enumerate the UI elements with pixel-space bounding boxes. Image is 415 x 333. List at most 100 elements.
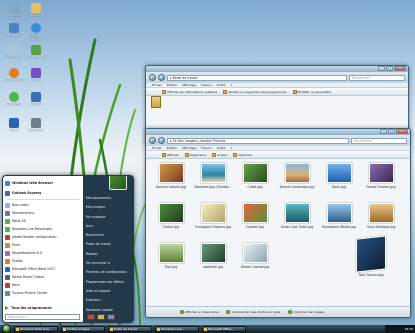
start-item-recent[interactable]: Nero: [5, 281, 81, 289]
thumbnail-item[interactable]: Desert Landscape.jpg: [278, 163, 316, 197]
start-item-recent[interactable]: Windows Live Messenger: [5, 225, 81, 233]
thumbnail-item[interactable]: Beached.jpg (Shinobi...: [194, 163, 232, 197]
start-item-browser[interactable]: Windows Web Browser: [5, 178, 81, 188]
desktop-icon-internet-explorer[interactable]: Internet Explorer: [26, 23, 46, 41]
desktop-icon-network[interactable]: Network: [4, 23, 24, 38]
command-print[interactable]: Imprimer: [233, 152, 252, 157]
start-place-control-panel[interactable]: Panneau de configuration: [83, 270, 133, 279]
start-item-recent[interactable]: Microsoft Office Word 2007: [5, 265, 81, 273]
command-slideshow[interactable]: Diaporama: [184, 152, 206, 157]
command-add-remove[interactable]: Ajouter ou supprimer des programmes: [223, 89, 287, 94]
start-place-games[interactable]: Jeux: [83, 224, 133, 233]
thumbnail-item[interactable]: Tree.jpg: [152, 243, 190, 277]
taskbar-button[interactable]: Poste de travail: [108, 326, 152, 332]
command-burn[interactable]: Graver: [212, 152, 227, 157]
start-search-input[interactable]: Start Search: [5, 314, 80, 320]
close-button[interactable]: ×: [396, 129, 408, 134]
thumbnail-item[interactable]: Frangipani Flowers.jpg: [194, 203, 232, 237]
menu-favorites[interactable]: Favoris: [201, 83, 212, 87]
maximize-button[interactable]: □: [386, 66, 393, 71]
start-item-recent[interactable]: Magnétophone 6.0: [5, 249, 81, 257]
thumbnail-item[interactable]: Winter Leaves.jpg: [236, 243, 274, 277]
desktop-icon-recycle-bin[interactable]: Recycle Bin: [4, 45, 24, 60]
start-item-email[interactable]: Outlook Express: [5, 188, 81, 198]
all-programs-button[interactable]: Tous les programmes: [5, 306, 52, 310]
menu-view[interactable]: Affichage: [182, 83, 196, 87]
start-place-computer[interactable]: Poste de travail: [83, 242, 133, 251]
menu-tools[interactable]: Outils: [217, 83, 226, 87]
close-button[interactable]: ×: [394, 66, 406, 71]
menu-tools[interactable]: Outils: [217, 146, 226, 150]
thumbnail-item[interactable]: Forest Flowers.jpg: [362, 163, 400, 197]
start-place-help[interactable]: Aide et support: [83, 289, 133, 298]
explorer-window-pictures[interactable]: – □ × ‹ › ▸ Sli Mes images ▸ Sample Pictur…: [145, 128, 411, 318]
start-item-recent[interactable]: Firefox: [5, 257, 81, 265]
desktop-icon-computer[interactable]: Computer: [4, 3, 24, 18]
search-input[interactable]: Rechercher: [351, 137, 407, 144]
start-button[interactable]: [2, 324, 11, 333]
desktop-icon-messenger[interactable]: Messenger: [4, 92, 24, 107]
start-place-search[interactable]: Rechercher: [83, 233, 133, 242]
thumbnail-item[interactable]: Green Sea Turtle.jpg: [278, 203, 316, 237]
start-item-recent[interactable]: Paint: [5, 241, 81, 249]
command-view[interactable]: Afficher: [162, 152, 179, 157]
menu-edit[interactable]: Edition: [167, 146, 177, 150]
back-button[interactable]: ‹: [149, 137, 156, 144]
thumbnail-item[interactable]: Humpback Whale.jpg: [320, 203, 358, 237]
start-place-documents[interactable]: Mes documents: [83, 196, 133, 205]
taskbar-button[interactable]: Windows Live...: [155, 326, 199, 332]
start-item-recent[interactable]: Tuneup Picture Center: [5, 289, 81, 297]
menu-file[interactable]: Fichier: [152, 83, 162, 87]
start-place-run[interactable]: Exécuter...: [83, 298, 133, 307]
forward-button[interactable]: ›: [158, 74, 165, 81]
start-item-recent[interactable]: Media Player Classic: [5, 273, 81, 281]
address-bar[interactable]: ▸ Sli Mes images ▸ Sample Pictures: [167, 137, 349, 144]
desktop-icon-outlook[interactable]: Outlook: [26, 92, 46, 107]
start-place-default-programs[interactable]: Programmes par défaut: [83, 280, 133, 289]
menu-view[interactable]: Affichage: [182, 146, 196, 150]
address-bar[interactable]: ▸ Poste de travail: [167, 74, 347, 81]
thumbnail-item[interactable]: Toco Toucan.jpg: [346, 235, 396, 285]
menu-help[interactable]: ?: [231, 146, 233, 150]
forward-button[interactable]: ›: [158, 137, 165, 144]
start-item-recent[interactable]: Wmsrecovery...: [5, 209, 81, 217]
start-item-recent[interactable]: Adobe Reader configuration: [5, 233, 81, 241]
start-place-pictures[interactable]: Mes images: [83, 205, 133, 214]
thumbnail-item[interactable]: Creek.jpg: [236, 163, 274, 197]
thumbnail-item[interactable]: Oryx Antelope.jpg: [362, 203, 400, 237]
status-slideshow[interactable]: Afficher un diaporama: [180, 310, 218, 314]
desktop-icon-games[interactable]: Games: [26, 68, 46, 83]
menu-favorites[interactable]: Favoris: [201, 146, 212, 150]
start-item-recent[interactable]: Msn8.1B: [5, 217, 81, 225]
maximize-button[interactable]: □: [388, 129, 395, 134]
status-print[interactable]: Imprimer les images: [288, 310, 324, 314]
start-item-recent[interactable]: Bloc-notes: [5, 201, 81, 209]
lock-icon[interactable]: [97, 314, 105, 320]
start-place-network[interactable]: Réseau: [83, 252, 133, 261]
start-place-music[interactable]: Ma musique: [83, 215, 133, 224]
minimize-button[interactable]: –: [380, 129, 387, 134]
command-change-setting[interactable]: Modifier un paramètre: [292, 89, 331, 94]
taskbar-button[interactable]: Microsoft Office...: [202, 326, 246, 332]
menu-help[interactable]: ?: [231, 83, 233, 87]
back-button[interactable]: ‹: [149, 74, 156, 81]
thumbnail-item[interactable]: Dock.jpg: [320, 163, 358, 197]
command-system-info[interactable]: Afficher les informations système: [162, 89, 217, 94]
taskbar-button[interactable]: Windows Vista Live...: [14, 326, 58, 332]
desktop-icon-control-panel[interactable]: Control Panel: [26, 45, 46, 60]
desktop-icon-word[interactable]: Word: [4, 118, 24, 133]
start-place-connect[interactable]: Se connecter à: [83, 261, 133, 270]
taskbar-button[interactable]: Sli Mes images: [61, 326, 105, 332]
menu-file[interactable]: Fichier: [152, 146, 162, 150]
menu-edit[interactable]: Edition: [167, 83, 177, 87]
thumbnail-item[interactable]: Autumn leaves.jpg: [152, 163, 190, 197]
thumbnail-item[interactable]: Forest.jpg: [152, 203, 190, 237]
thumbnail-item[interactable]: Garden.jpg: [236, 203, 274, 237]
minimize-button[interactable]: –: [378, 66, 385, 71]
desktop-icon-media-player[interactable]: Media Player: [4, 68, 24, 83]
menu-arrow-icon[interactable]: [107, 314, 115, 320]
thumbnail-item[interactable]: waterfall.jpg: [194, 243, 232, 277]
desktop-icon-documents[interactable]: Documents: [26, 3, 46, 18]
power-icon[interactable]: [87, 314, 95, 320]
status-order-photos[interactable]: Commander des photos en ligne: [226, 310, 280, 314]
